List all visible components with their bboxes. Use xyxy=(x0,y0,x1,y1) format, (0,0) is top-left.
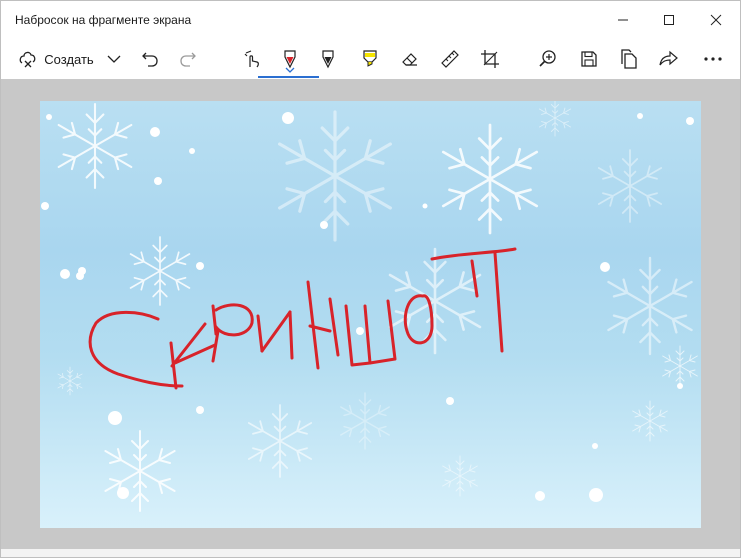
snip-sketch-window: Набросок на фрагменте экрана Создать xyxy=(0,0,741,558)
copy-button[interactable] xyxy=(616,43,642,75)
ruler-button[interactable] xyxy=(437,43,463,75)
save-button[interactable] xyxy=(576,43,602,75)
ruler-icon xyxy=(441,50,459,68)
pen-annotation xyxy=(88,247,517,390)
title-bar: Набросок на фрагменте экрана xyxy=(1,1,740,39)
crop-icon xyxy=(481,50,499,68)
pencil-button[interactable] xyxy=(315,43,341,75)
share-button[interactable] xyxy=(655,43,681,75)
chevron-down-icon xyxy=(107,55,121,63)
workspace xyxy=(1,79,740,549)
undo-button[interactable] xyxy=(137,43,163,75)
zoom-button[interactable] xyxy=(535,43,561,75)
active-tool-indicator xyxy=(258,76,319,78)
maximize-icon xyxy=(664,15,674,25)
minimize-button[interactable] xyxy=(600,1,646,39)
undo-icon xyxy=(142,52,158,67)
save-icon xyxy=(581,51,597,67)
close-button[interactable] xyxy=(693,1,739,39)
share-icon xyxy=(659,50,678,66)
highlighter-button[interactable] xyxy=(357,43,383,75)
highlighter-icon xyxy=(363,50,377,67)
more-options-button[interactable] xyxy=(699,43,727,75)
redo-icon xyxy=(180,52,196,67)
eraser-button[interactable] xyxy=(397,43,423,75)
maximize-button[interactable] xyxy=(646,1,692,39)
zoom-in-icon xyxy=(539,50,556,67)
pencil-icon xyxy=(322,50,334,69)
screenshot-canvas[interactable] xyxy=(40,101,701,528)
new-snip-button[interactable]: Создать xyxy=(15,43,97,75)
crop-button[interactable] xyxy=(477,43,503,75)
close-icon xyxy=(710,14,722,26)
minimize-icon xyxy=(618,19,628,21)
more-icon xyxy=(704,57,722,61)
pen-options-chevron-icon[interactable] xyxy=(285,67,295,74)
window-title: Набросок на фрагменте экрана xyxy=(15,13,192,27)
redo-button[interactable] xyxy=(175,43,201,75)
touch-writing-icon xyxy=(244,50,259,68)
toolbar: Создать xyxy=(1,39,740,79)
snip-mode-dropdown[interactable] xyxy=(101,43,127,75)
create-label: Создать xyxy=(44,51,94,67)
snowflake-background xyxy=(41,101,698,512)
touch-writing-button[interactable] xyxy=(239,43,265,75)
copy-icon xyxy=(621,49,637,69)
eraser-icon xyxy=(402,53,417,66)
new-snip-icon xyxy=(19,51,36,68)
